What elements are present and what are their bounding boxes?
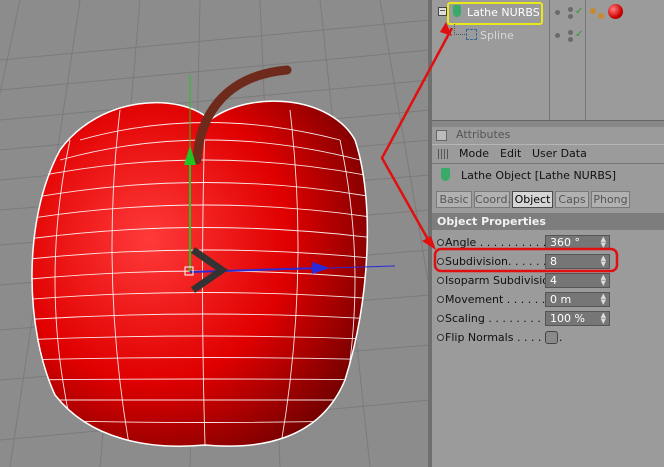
animation-bullet-icon[interactable]: [437, 239, 444, 246]
panel-title: Attributes: [456, 128, 511, 141]
object-manager: − Lathe NURBS ✓ Spline ✓: [432, 0, 664, 120]
spline-icon: [466, 29, 477, 40]
property-scaling: Scaling . . . . . . . . . . . 100 % ▲ ▼: [432, 309, 664, 328]
render-visibility-dot[interactable]: [568, 14, 573, 19]
apple-mesh[interactable]: [20, 100, 390, 450]
material-tag-icon[interactable]: [590, 8, 596, 14]
tree-connector: [454, 24, 465, 35]
spinner-arrows-icon[interactable]: ▲ ▼: [601, 312, 606, 325]
property-isoparm-subdivision: Isoparm Subdivision 4 ▲ ▼: [432, 271, 664, 290]
material-tag-icon[interactable]: [598, 13, 604, 19]
spinner-arrows-icon[interactable]: ▲ ▼: [601, 236, 606, 249]
section-title: Object Properties: [437, 215, 546, 228]
angle-field[interactable]: 360 ° ▲ ▼: [545, 235, 610, 250]
editor-visibility-dot[interactable]: [568, 30, 573, 35]
spinner-arrows-icon[interactable]: ▲ ▼: [601, 293, 606, 306]
spinner-arrows-icon[interactable]: ▲ ▼: [601, 255, 606, 268]
grip-icon[interactable]: [438, 149, 450, 159]
object-name: Lathe NURBS: [467, 6, 540, 19]
property-label: Isoparm Subdivision: [445, 274, 556, 287]
menu-user-data[interactable]: User Data: [532, 147, 587, 160]
viewport-scene: [0, 0, 430, 467]
section-header: Object Properties: [432, 213, 664, 230]
animation-bullet-icon[interactable]: [437, 315, 444, 322]
field-value: 360 °: [550, 236, 580, 249]
property-angle: Angle . . . . . . . . . . . . 360 ° ▲ ▼: [432, 233, 664, 252]
enabled-check-icon[interactable]: ✓: [575, 6, 583, 17]
spinner-arrows-icon[interactable]: ▲ ▼: [601, 274, 606, 287]
attributes-manager: Attributes Mode Edit User Data Lathe Obj…: [432, 127, 664, 467]
tab-basic[interactable]: Basic: [436, 191, 472, 208]
animation-bullet-icon[interactable]: [437, 277, 444, 284]
field-value: 4: [550, 274, 557, 287]
visibility-dot[interactable]: [555, 33, 560, 38]
subdivision-field[interactable]: 8 ▲ ▼: [545, 254, 610, 269]
field-value: 0 m: [550, 293, 572, 306]
tab-caps[interactable]: Caps: [555, 191, 589, 208]
object-title-row: Lathe Object [Lathe NURBS]: [432, 164, 664, 186]
isoparm-subdivision-field[interactable]: 4 ▲ ▼: [545, 273, 610, 288]
tab-phong[interactable]: Phong: [591, 191, 630, 208]
field-value: 100 %: [550, 312, 585, 325]
property-flip-normals: Flip Normals . . . . . . .: [432, 328, 664, 347]
animation-bullet-icon[interactable]: [437, 258, 444, 265]
3d-viewport[interactable]: [0, 0, 430, 467]
visibility-dot[interactable]: [555, 10, 560, 15]
animation-bullet-icon[interactable]: [437, 334, 444, 341]
property-label: Movement . . . . . . . .: [445, 293, 560, 306]
tab-coord[interactable]: Coord.: [474, 191, 511, 208]
field-value: 8: [550, 255, 557, 268]
tab-object[interactable]: Object: [512, 191, 553, 208]
enabled-check-icon[interactable]: ✓: [575, 29, 583, 40]
render-visibility-dot[interactable]: [568, 37, 573, 42]
lathe-nurbs-icon: [453, 5, 461, 17]
flip-normals-checkbox[interactable]: [545, 331, 558, 344]
animation-bullet-icon[interactable]: [437, 296, 444, 303]
object-row-lathe-nurbs[interactable]: − Lathe NURBS ✓: [432, 2, 664, 25]
property-movement: Movement . . . . . . . . 0 m ▲ ▼: [432, 290, 664, 309]
object-name: Spline: [480, 29, 514, 42]
lathe-nurbs-icon: [441, 168, 450, 181]
menu-edit[interactable]: Edit: [500, 147, 521, 160]
panel-menu-icon[interactable]: [436, 130, 447, 141]
menu-mode[interactable]: Mode: [459, 147, 489, 160]
scaling-field[interactable]: 100 % ▲ ▼: [545, 311, 610, 326]
movement-field[interactable]: 0 m ▲ ▼: [545, 292, 610, 307]
collapse-toggle-icon[interactable]: −: [438, 7, 447, 16]
editor-visibility-dot[interactable]: [568, 7, 573, 12]
attributes-menubar: Mode Edit User Data: [432, 144, 664, 164]
object-row-spline[interactable]: Spline ✓: [432, 24, 664, 45]
attributes-title-bar: Attributes: [432, 127, 664, 143]
property-label: Angle . . . . . . . . . . . .: [445, 236, 561, 249]
property-label: Subdivision. . . . . . . .: [445, 255, 561, 268]
object-title: Lathe Object [Lathe NURBS]: [461, 169, 616, 182]
property-subdivision: Subdivision. . . . . . . . 8 ▲ ▼: [432, 252, 664, 271]
material-ball-icon[interactable]: [608, 4, 623, 19]
